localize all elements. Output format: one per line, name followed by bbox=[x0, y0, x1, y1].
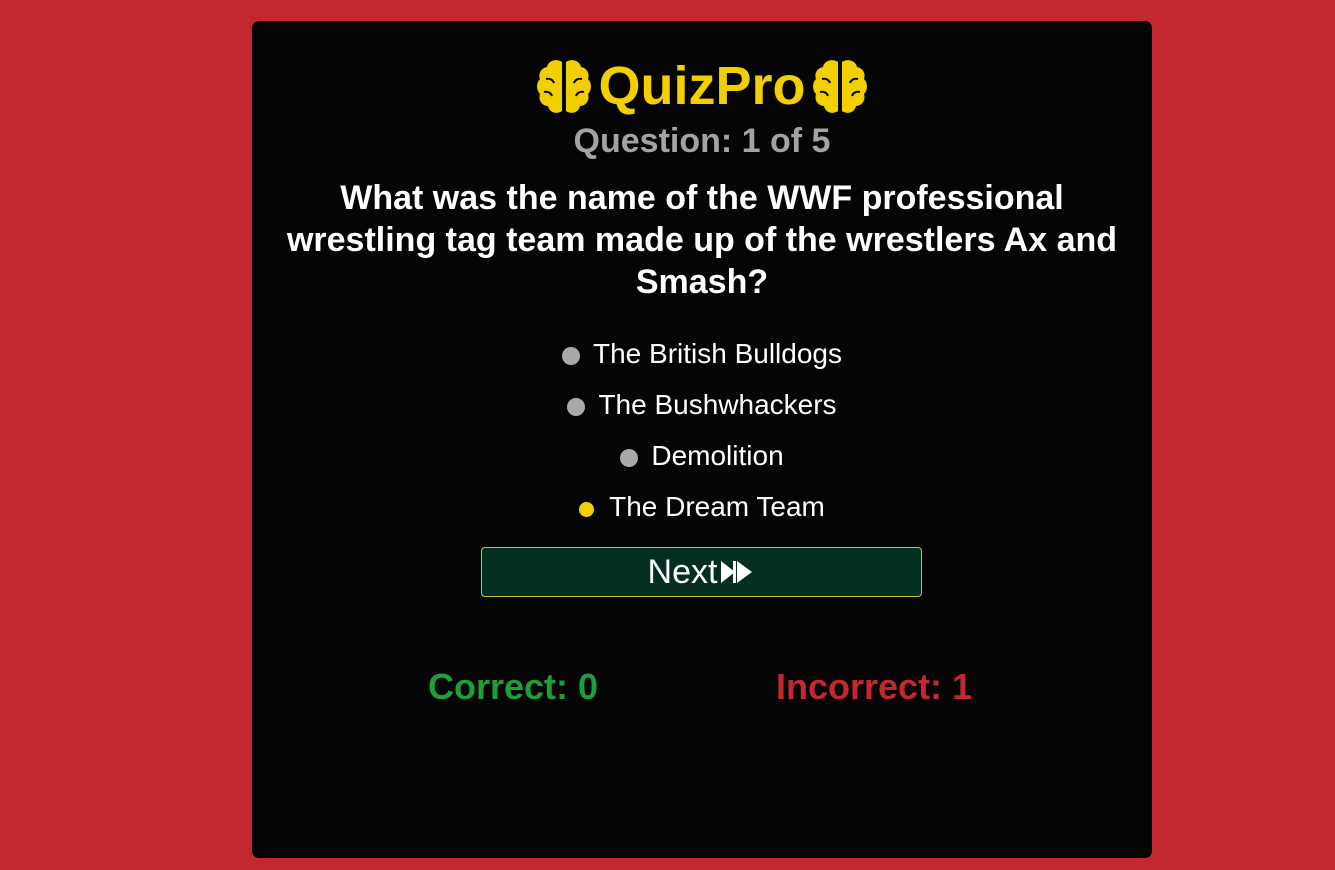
answer-option[interactable]: The British Bulldogs bbox=[252, 328, 1152, 379]
fast-forward-icon bbox=[719, 558, 755, 586]
question-text: What was the name of the WWF professiona… bbox=[286, 179, 1118, 301]
answer-option-selected[interactable]: The Dream Team bbox=[252, 481, 1152, 532]
correct-score: Correct: 0 bbox=[428, 666, 599, 707]
incorrect-score: Incorrect: 1 bbox=[776, 666, 973, 707]
radio-dot-icon[interactable] bbox=[579, 501, 595, 517]
answer-label: The Dream Team bbox=[609, 490, 825, 522]
app-logo: QuizPro bbox=[252, 51, 1152, 121]
radio-dot-icon[interactable] bbox=[620, 449, 639, 467]
quiz-card: QuizPro Question: 1 of 5 What was the na… bbox=[252, 21, 1152, 858]
answer-label: The Bushwhackers bbox=[598, 388, 837, 420]
brain-icon bbox=[534, 56, 594, 116]
radio-dot-icon[interactable] bbox=[567, 398, 586, 416]
answer-option[interactable]: Demolition bbox=[252, 430, 1152, 481]
app-title: QuizPro bbox=[598, 56, 806, 116]
answer-list: The British Bulldogs The Bushwhackers De… bbox=[252, 328, 1152, 532]
radio-dot-icon[interactable] bbox=[561, 347, 580, 365]
question-counter: Question: 1 of 5 bbox=[573, 122, 831, 160]
answer-label: The British Bulldogs bbox=[592, 337, 842, 369]
brain-icon bbox=[810, 56, 870, 116]
answer-option[interactable]: The Bushwhackers bbox=[252, 379, 1152, 430]
next-button[interactable]: Next bbox=[481, 547, 922, 597]
next-button-label: Next bbox=[647, 552, 718, 591]
answer-label: Demolition bbox=[651, 439, 784, 471]
